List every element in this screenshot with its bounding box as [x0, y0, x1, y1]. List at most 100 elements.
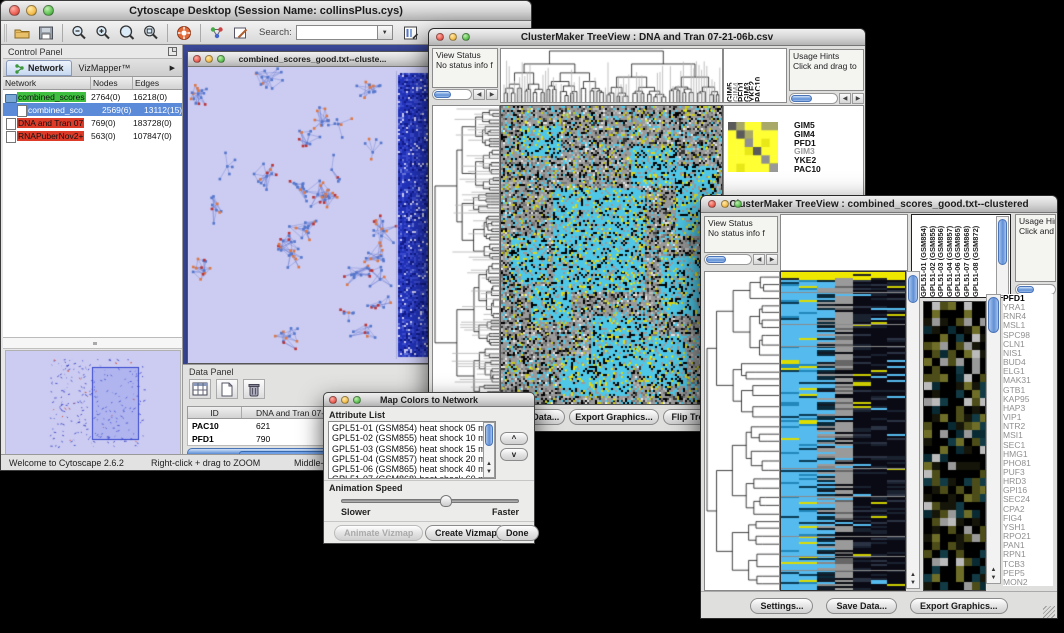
close-icon[interactable] — [708, 200, 716, 208]
open-file-button[interactable] — [10, 22, 34, 44]
save-button[interactable] — [34, 22, 58, 44]
treeview2-titlebar[interactable]: ClusterMaker TreeView : combined_scores_… — [701, 196, 1057, 213]
minimize-icon[interactable] — [26, 5, 37, 16]
animation-speed-slider[interactable] — [341, 499, 519, 503]
resize-grip[interactable] — [1043, 606, 1055, 618]
attribute-browser-button[interactable] — [399, 22, 423, 44]
tab-vizmapper[interactable]: VizMapper™ — [72, 60, 138, 76]
tv2-heatmap-canvas[interactable] — [780, 271, 906, 591]
scroll-up-icon[interactable]: ▲ — [987, 566, 1000, 574]
move-down-button[interactable]: v — [500, 448, 528, 461]
scroll-right-icon[interactable]: ▶ — [852, 93, 864, 104]
zoom-window-icon[interactable] — [734, 200, 742, 208]
attribute-item[interactable]: GPL51-06 (GSM865) heat shock 40 min — [329, 464, 495, 474]
header-edges[interactable]: Edges — [133, 77, 182, 89]
scroll-up-icon[interactable]: ▲ — [484, 460, 494, 468]
tv1-button-export-graphics[interactable]: Export Graphics... — [569, 409, 659, 425]
zoom-window-icon[interactable] — [353, 396, 361, 404]
search-input[interactable] — [296, 25, 378, 40]
tv2-heatmap-scrollbar[interactable]: ▲▼ — [906, 271, 920, 589]
tv1-row-dendrogram-canvas[interactable] — [432, 105, 500, 405]
zoom-window-icon[interactable] — [217, 55, 225, 63]
select-attributes-button[interactable] — [189, 379, 211, 399]
help-button[interactable] — [172, 22, 196, 44]
tv2-collabels-scrollbar[interactable] — [996, 216, 1009, 296]
treeview1-titlebar[interactable]: ClusterMaker TreeView : DNA and Tran 07-… — [429, 29, 865, 46]
done-button[interactable]: Done — [496, 525, 539, 541]
scroll-right-icon[interactable]: ▶ — [766, 254, 778, 265]
attribute-item[interactable]: GPL51-07 (GSM868) heat shock 60 min — [329, 474, 495, 479]
panel-splitter[interactable] — [3, 338, 182, 349]
new-document-icon — [220, 382, 234, 397]
data-header-id[interactable]: ID — [188, 407, 242, 418]
header-nodes[interactable]: Nodes — [91, 77, 133, 89]
tv1-mini-heatmap-canvas[interactable] — [728, 122, 778, 172]
tab-overflow-button[interactable]: ▶ — [163, 60, 182, 76]
scroll-down-icon[interactable]: ▼ — [987, 574, 1000, 582]
tv1-usage-scrollbar[interactable]: ◀ ▶ — [789, 93, 864, 104]
zoom-out-button[interactable] — [67, 22, 91, 44]
tab-network[interactable]: Network — [6, 60, 72, 76]
delete-attribute-button[interactable] — [243, 379, 265, 399]
scroll-left-icon[interactable]: ◀ — [839, 93, 851, 104]
network-row[interactable]: RNAPuberNov2+563(0)107847(0) — [3, 129, 182, 142]
close-icon[interactable] — [436, 33, 444, 41]
attribute-listbox[interactable]: GPL51-01 (GSM854) heat shock 05 minGPL51… — [328, 421, 496, 479]
scroll-down-icon[interactable]: ▼ — [907, 579, 919, 587]
attribute-item[interactable]: GPL51-02 (GSM855) heat shock 10 min — [329, 433, 495, 443]
tv1-heatmap-canvas[interactable] — [500, 105, 723, 405]
tv2-gene-scrollbar[interactable]: ▲▼ — [986, 294, 1001, 584]
close-icon[interactable] — [193, 55, 201, 63]
tv2-row-dendrogram-canvas[interactable] — [704, 271, 780, 591]
network-row[interactable]: combined_sco2569(6)13112(15) — [3, 103, 182, 116]
main-titlebar[interactable]: Cytoscape Desktop (Session Name: collins… — [1, 1, 531, 21]
network-canvas[interactable] — [188, 67, 437, 363]
tv2-button-export-graphics[interactable]: Export Graphics... — [910, 598, 1008, 614]
slider-thumb[interactable] — [440, 495, 452, 507]
tv2-button-save-data[interactable]: Save Data... — [826, 598, 897, 614]
animate-vizmap-button[interactable]: Animate Vizmap — [334, 525, 423, 541]
tv2-mini-heatmap-canvas[interactable] — [923, 301, 986, 591]
dialog-titlebar[interactable]: Map Colors to Network — [324, 393, 534, 407]
minimize-icon[interactable] — [205, 55, 213, 63]
tv2-button-settings[interactable]: Settings... — [750, 598, 813, 614]
tv2-column-dendrogram-area[interactable] — [780, 214, 908, 271]
zoom-fit-button[interactable] — [139, 22, 163, 44]
move-up-button[interactable]: ^ — [500, 432, 528, 445]
gene-label[interactable]: PAC10 — [794, 165, 821, 174]
float-panel-icon[interactable] — [168, 47, 177, 56]
vizmapper-button[interactable] — [205, 22, 229, 44]
folder-icon — [5, 92, 17, 102]
header-network[interactable]: Network — [3, 77, 91, 89]
network-row[interactable]: DNA and Tran 07769(0)183728(0) — [3, 116, 182, 129]
scroll-left-icon[interactable]: ◀ — [753, 254, 765, 265]
new-attribute-button[interactable] — [216, 379, 238, 399]
network-view-titlebar[interactable]: combined_scores_good.txt--cluste... — [188, 52, 437, 67]
minimize-icon[interactable] — [449, 33, 457, 41]
tv1-status-scrollbar[interactable]: ◀ ▶ — [432, 89, 498, 100]
minimize-icon[interactable] — [341, 396, 349, 404]
tv1-column-dendrogram-canvas[interactable] — [500, 48, 723, 103]
attribute-item[interactable]: GPL51-04 (GSM857) heat shock 20 min — [329, 454, 495, 464]
scroll-left-icon[interactable]: ◀ — [473, 89, 485, 100]
scroll-right-icon[interactable]: ▶ — [486, 89, 498, 100]
scroll-up-icon[interactable]: ▲ — [907, 571, 919, 579]
attribute-item[interactable]: GPL51-03 (GSM856) heat shock 15 min — [329, 444, 495, 454]
minimize-icon[interactable] — [721, 200, 729, 208]
zoom-in-button[interactable] — [91, 22, 115, 44]
attribute-item[interactable]: GPL51-01 (GSM854) heat shock 05 min — [329, 423, 495, 433]
close-icon[interactable] — [9, 5, 20, 16]
zoom-window-icon[interactable] — [43, 5, 54, 16]
network-row[interactable]: combined_scores2764(0)16218(0) — [3, 90, 182, 103]
zoom-selected-button[interactable] — [115, 22, 139, 44]
create-vizmap-button[interactable]: Create Vizmap — [425, 525, 507, 541]
scroll-down-icon[interactable]: ▼ — [484, 468, 494, 476]
tv2-status-scrollbar[interactable]: ◀ ▶ — [704, 254, 778, 265]
close-icon[interactable] — [329, 396, 337, 404]
gene-label[interactable]: MON2 — [1003, 578, 1053, 586]
attribute-list-scrollbar[interactable]: ▲▼ — [483, 422, 495, 478]
annotation-button[interactable] — [229, 22, 253, 44]
network-overview-canvas[interactable] — [5, 350, 181, 456]
search-dropdown-button[interactable]: ▼ — [378, 25, 393, 40]
zoom-window-icon[interactable] — [462, 33, 470, 41]
